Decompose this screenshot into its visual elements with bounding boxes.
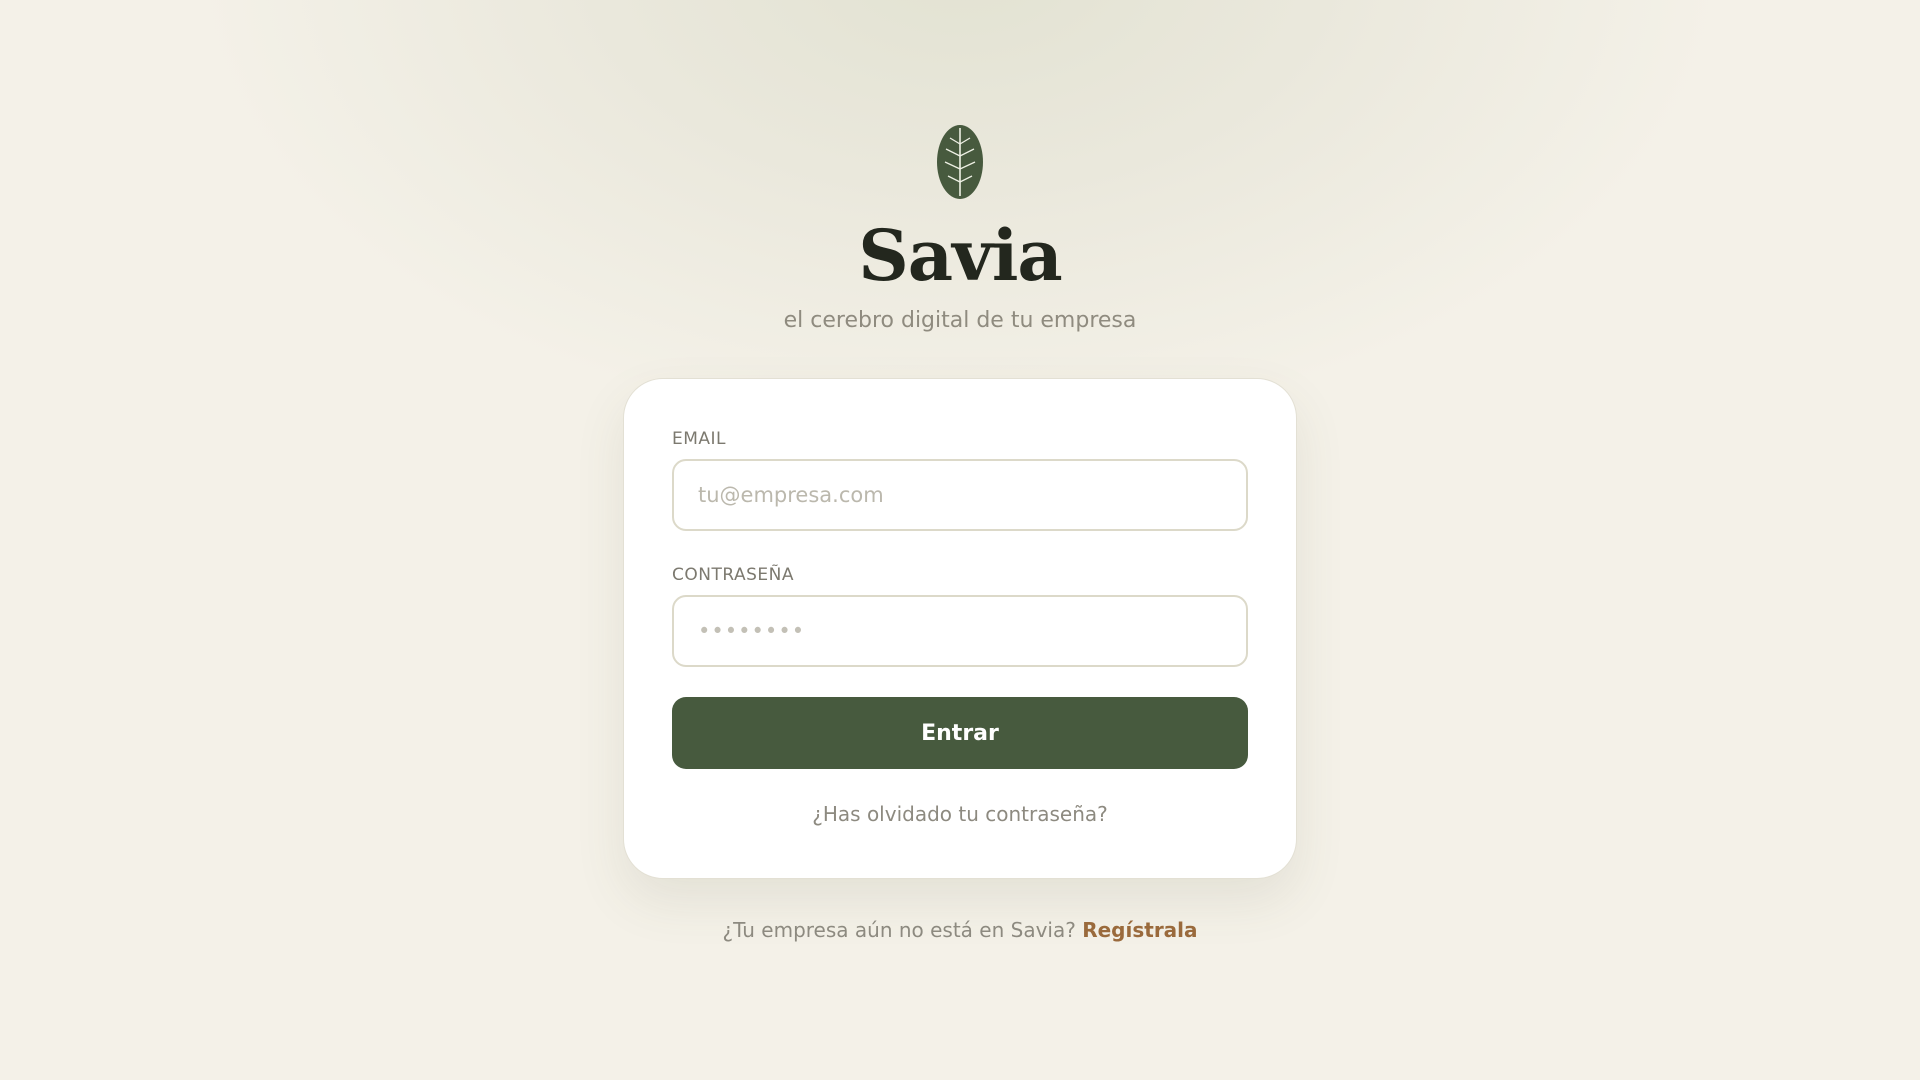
password-label: CONTRASEÑA	[672, 565, 794, 585]
leaf-icon	[937, 125, 983, 199]
signup-link[interactable]: Regístrala	[1082, 918, 1197, 942]
email-field[interactable]	[672, 459, 1248, 531]
email-label: EMAIL	[672, 429, 727, 449]
login-card: EMAIL CONTRASEÑA Entrar ¿Has olvidado tu…	[623, 378, 1297, 879]
brand-name: Savia	[858, 214, 1063, 297]
login-button[interactable]: Entrar	[672, 697, 1248, 769]
login-page: Savia el cerebro digital de tu empresa E…	[0, 0, 1920, 943]
signup-prompt: ¿Tu empresa aún no está en Savia? Regíst…	[722, 917, 1197, 943]
brand-tagline: el cerebro digital de tu empresa	[783, 308, 1137, 333]
signup-prompt-text: ¿Tu empresa aún no está en Savia?	[722, 918, 1076, 942]
forgot-password-link[interactable]: ¿Has olvidado tu contraseña?	[672, 801, 1248, 827]
password-field[interactable]	[672, 595, 1248, 667]
